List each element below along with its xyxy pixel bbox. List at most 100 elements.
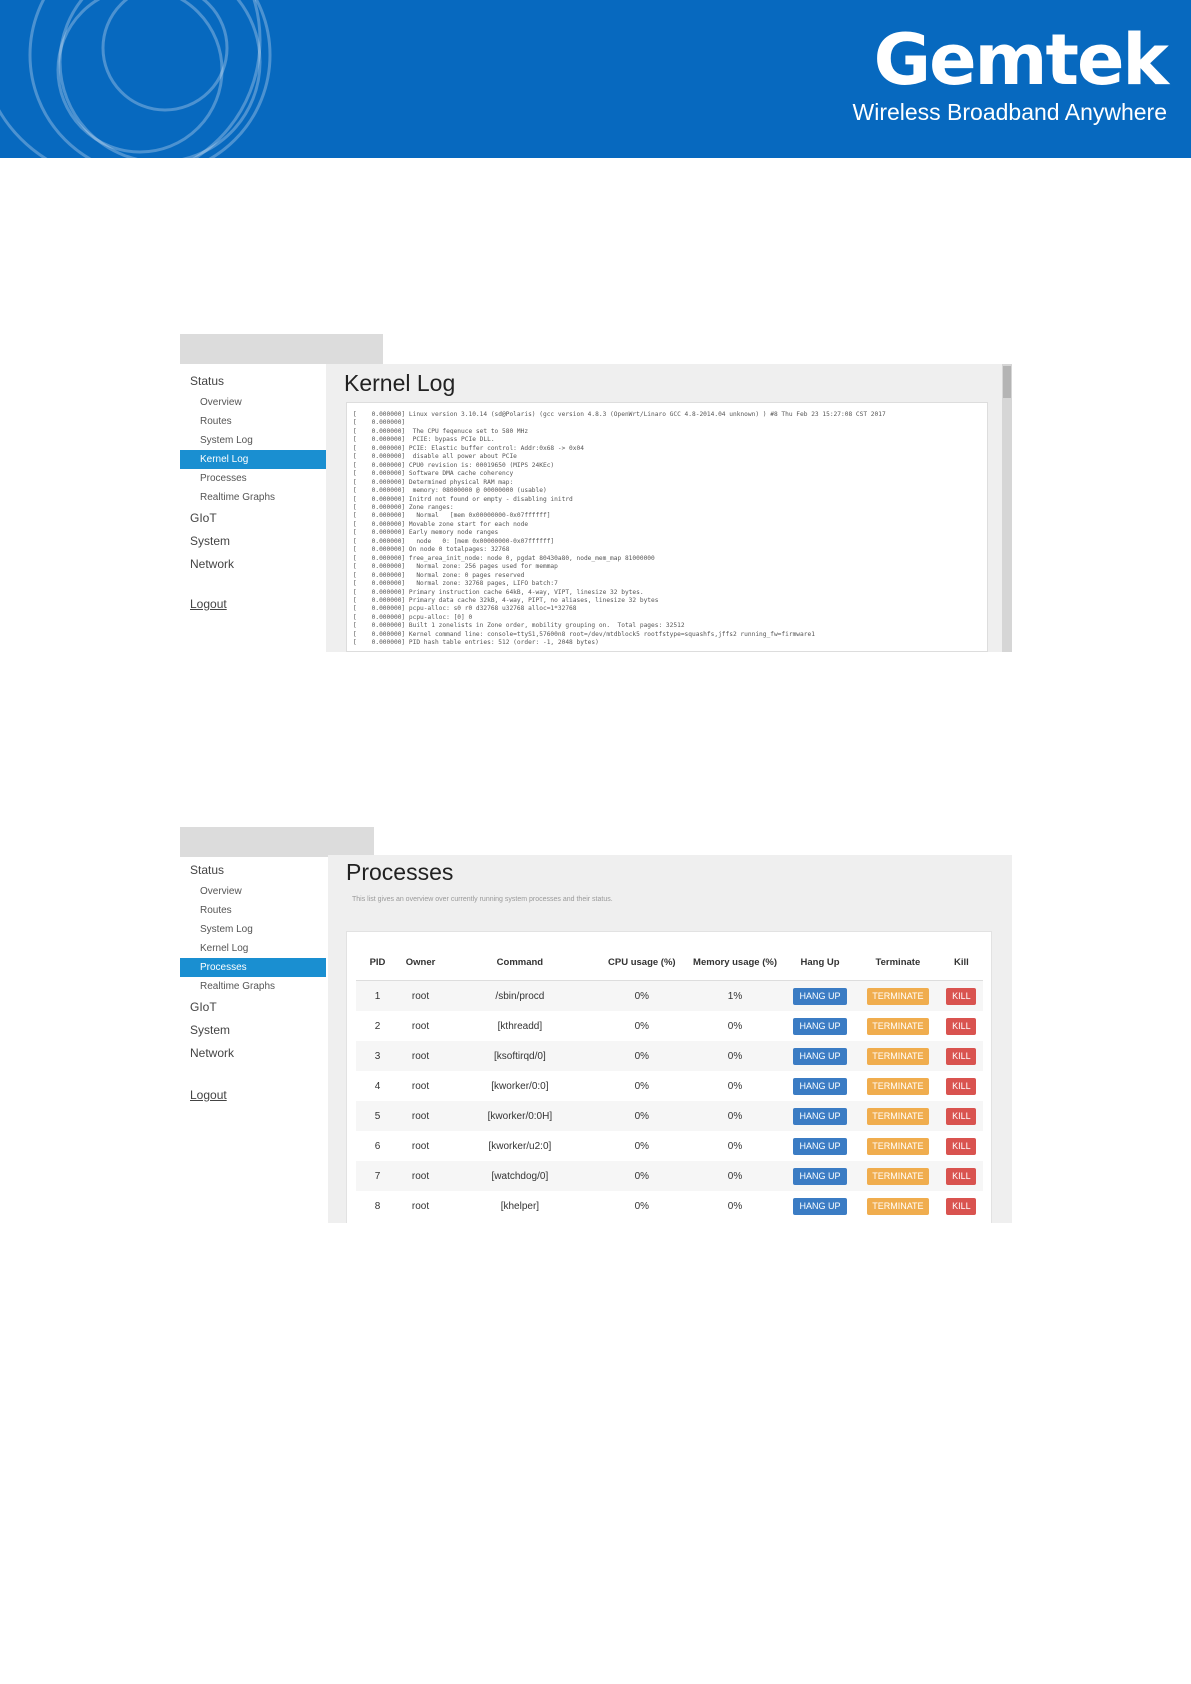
sidebar-item-realtime-graphs[interactable]: Realtime Graphs xyxy=(180,488,326,507)
page-title: Kernel Log xyxy=(344,370,456,396)
cell-memory: 0% xyxy=(727,1080,743,1092)
terminate-button[interactable]: TERMINATE xyxy=(866,987,929,1005)
hang-up-button[interactable]: HANG UP xyxy=(793,1137,848,1155)
sidebar-group-status[interactable]: Status xyxy=(180,859,326,882)
sidebar-group-network[interactable]: Network xyxy=(180,1042,326,1065)
kill-button[interactable]: KILL xyxy=(946,1107,977,1125)
cell-command: [ksoftirqd/0] xyxy=(442,1041,598,1071)
cell-owner: root xyxy=(399,980,443,1011)
brand-block: Gemtek Wireless Broadband Anywhere xyxy=(853,19,1169,126)
sidebar-item-system-log[interactable]: System Log xyxy=(180,431,326,450)
sidebar-group-network[interactable]: Network xyxy=(180,553,326,576)
action-cell: KILL xyxy=(940,1191,983,1221)
cell-pid: 6 xyxy=(374,1140,381,1152)
hang-up-button[interactable]: HANG UP xyxy=(793,1107,848,1125)
action-cell: HANG UP xyxy=(784,1131,856,1161)
sidebar-item-processes[interactable]: Processes xyxy=(180,469,326,488)
sidebar-item-kernel-log[interactable]: Kernel Log xyxy=(180,450,326,469)
cell-owner: root xyxy=(399,1041,443,1071)
col-owner: Owner xyxy=(399,944,443,981)
cell-memory: 1% xyxy=(685,980,785,1011)
terminate-button[interactable]: TERMINATE xyxy=(866,1137,929,1155)
action-cell: KILL xyxy=(940,1071,983,1101)
action-cell: TERMINATE xyxy=(855,980,940,1011)
log-line: [ 0.000000] Primary instruction cache 64… xyxy=(353,588,644,596)
log-line: [ 0.000000] PCIE: bypass PCIe DLL. xyxy=(353,436,495,444)
col-memory: Memory usage (%) xyxy=(685,944,785,981)
log-line: [ 0.000000] CPU0 revision is: 00019650 (… xyxy=(353,461,555,469)
sidebar-item-routes[interactable]: Routes xyxy=(180,412,326,431)
swirl-decoration xyxy=(0,0,272,158)
terminate-button[interactable]: TERMINATE xyxy=(866,1107,929,1125)
log-line: [ 0.000000] disable all power about PCIe xyxy=(353,453,517,461)
action-cell: TERMINATE xyxy=(855,1101,940,1131)
sidebar-group-giot[interactable]: GIoT xyxy=(180,996,326,1019)
terminate-button[interactable]: TERMINATE xyxy=(866,1047,929,1065)
action-cell: TERMINATE xyxy=(855,1041,940,1071)
hang-up-button[interactable]: HANG UP xyxy=(793,987,848,1005)
log-line: [ 0.000000] Kernel command line: console… xyxy=(353,630,815,638)
scrollbar-thumb[interactable] xyxy=(1003,366,1011,398)
sidebar-group-system[interactable]: System xyxy=(180,1019,326,1042)
kill-button[interactable]: KILL xyxy=(946,1137,977,1155)
kill-button[interactable]: KILL xyxy=(946,987,977,1005)
sidebar-group-status[interactable]: Status xyxy=(180,370,326,393)
cell-owner: root xyxy=(399,1161,443,1191)
processes-sidebar: Status Overview Routes System Log Kernel… xyxy=(180,859,326,1105)
hang-up-button[interactable]: HANG UP xyxy=(793,1167,848,1185)
cell-cpu: 0% xyxy=(634,1080,650,1092)
action-cell: TERMINATE xyxy=(856,1191,940,1221)
cell-memory: 0% xyxy=(685,1161,785,1191)
logout-link[interactable]: Logout xyxy=(180,594,326,614)
sidebar-item-kernel-log[interactable]: Kernel Log xyxy=(180,939,326,958)
cell-pid: 4 xyxy=(374,1080,381,1092)
cell-memory: 0% xyxy=(727,1200,743,1212)
scrollbar[interactable] xyxy=(1002,364,1012,652)
hang-up-button[interactable]: HANG UP xyxy=(793,1197,848,1215)
tab-strip xyxy=(180,334,383,364)
kill-button[interactable]: KILL xyxy=(946,1017,977,1035)
log-line: [ 0.000000] Linux version 3.10.14 (sd@Po… xyxy=(353,411,886,418)
sidebar-item-system-log[interactable]: System Log xyxy=(180,920,326,939)
page-title: Processes xyxy=(346,859,454,885)
sidebar-item-realtime-graphs[interactable]: Realtime Graphs xyxy=(180,977,326,996)
action-cell: HANG UP xyxy=(784,1011,856,1041)
table-row: 2 root [kthreadd] 0% 0% HANG UP TERMINATE KILL xyxy=(356,1011,983,1041)
sidebar-item-processes[interactable]: Processes xyxy=(180,958,326,977)
action-cell: TERMINATE xyxy=(856,1071,940,1101)
terminate-button[interactable]: TERMINATE xyxy=(866,1077,929,1095)
sidebar-item-routes[interactable]: Routes xyxy=(180,901,326,920)
tab-strip xyxy=(180,827,374,857)
hang-up-button[interactable]: HANG UP xyxy=(793,1017,848,1035)
table-header-row: PID Owner Command CPU usage (%) Memory u… xyxy=(356,944,983,981)
sidebar-item-overview[interactable]: Overview xyxy=(180,882,326,901)
kill-button[interactable]: KILL xyxy=(946,1197,977,1215)
logout-link[interactable]: Logout xyxy=(180,1085,326,1105)
kill-button[interactable]: KILL xyxy=(946,1077,977,1095)
cell-cpu: 0% xyxy=(597,980,686,1011)
terminate-button[interactable]: TERMINATE xyxy=(866,1017,929,1035)
terminate-button[interactable]: TERMINATE xyxy=(866,1197,929,1215)
cell-command: [kthreadd] xyxy=(497,1020,543,1032)
sidebar-group-system[interactable]: System xyxy=(180,530,326,553)
header-banner: Gemtek Wireless Broadband Anywhere xyxy=(0,0,1191,158)
kill-button[interactable]: KILL xyxy=(946,1167,977,1185)
sidebar-group-giot[interactable]: GIoT xyxy=(180,507,326,530)
log-line: [ 0.000000] PCIE: Elastic buffer control… xyxy=(353,444,584,452)
cell-cpu: 0% xyxy=(597,1161,686,1191)
action-cell: KILL xyxy=(939,1101,983,1131)
sidebar-item-overview[interactable]: Overview xyxy=(180,393,326,412)
hang-up-button[interactable]: HANG UP xyxy=(793,1047,848,1065)
terminate-button[interactable]: TERMINATE xyxy=(866,1167,929,1185)
cell-command: /sbin/procd xyxy=(442,980,598,1011)
cell-pid: 1 xyxy=(356,980,400,1011)
cell-owner: root xyxy=(411,1080,430,1092)
table-row: 1 root/sbin/procd 0% 1% HANG UP TERMINATE KILL xyxy=(356,980,983,1011)
cell-memory: 0% xyxy=(685,1041,785,1071)
kill-button[interactable]: KILL xyxy=(946,1047,977,1065)
hang-up-button[interactable]: HANG UP xyxy=(793,1077,848,1095)
cell-pid: 2 xyxy=(374,1020,381,1032)
col-pid: PID xyxy=(356,944,400,981)
action-cell: KILL xyxy=(939,980,983,1011)
brand-logo: Gemtek xyxy=(873,19,1169,101)
